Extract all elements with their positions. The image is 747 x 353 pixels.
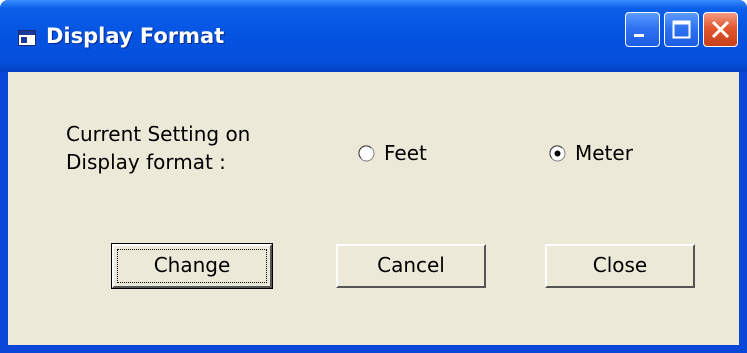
radio-feet[interactable] xyxy=(358,145,375,162)
radio-unselected-icon xyxy=(358,145,375,162)
minimize-icon xyxy=(634,34,644,37)
title-bar[interactable]: Display Format xyxy=(0,0,747,72)
maximize-icon xyxy=(672,20,691,39)
radio-meter[interactable] xyxy=(549,145,566,162)
dialog-window: Display Format Current Setting on Displa… xyxy=(0,0,747,353)
cancel-button[interactable]: Cancel xyxy=(336,244,486,288)
change-button[interactable]: Change xyxy=(111,243,273,289)
close-button[interactable] xyxy=(703,12,738,47)
setting-label-line1: Current Setting on xyxy=(66,122,251,146)
radio-meter-label[interactable]: Meter xyxy=(575,139,633,167)
close-dialog-button-label: Close xyxy=(592,253,648,277)
radio-feet-label[interactable]: Feet xyxy=(384,139,427,167)
close-icon xyxy=(711,20,730,39)
dialog-body: Current Setting on Display format : Feet… xyxy=(8,72,739,345)
radio-selected-icon xyxy=(549,145,566,162)
setting-label-line2: Display format : xyxy=(66,150,226,174)
app-window-icon xyxy=(18,30,36,46)
close-dialog-button[interactable]: Close xyxy=(545,244,695,288)
setting-label: Current Setting on Display format : xyxy=(66,120,250,176)
focus-ring xyxy=(117,249,267,283)
minimize-button[interactable] xyxy=(625,12,660,47)
maximize-button[interactable] xyxy=(664,12,699,47)
cancel-button-label: Cancel xyxy=(377,253,445,277)
window-title: Display Format xyxy=(46,24,225,48)
